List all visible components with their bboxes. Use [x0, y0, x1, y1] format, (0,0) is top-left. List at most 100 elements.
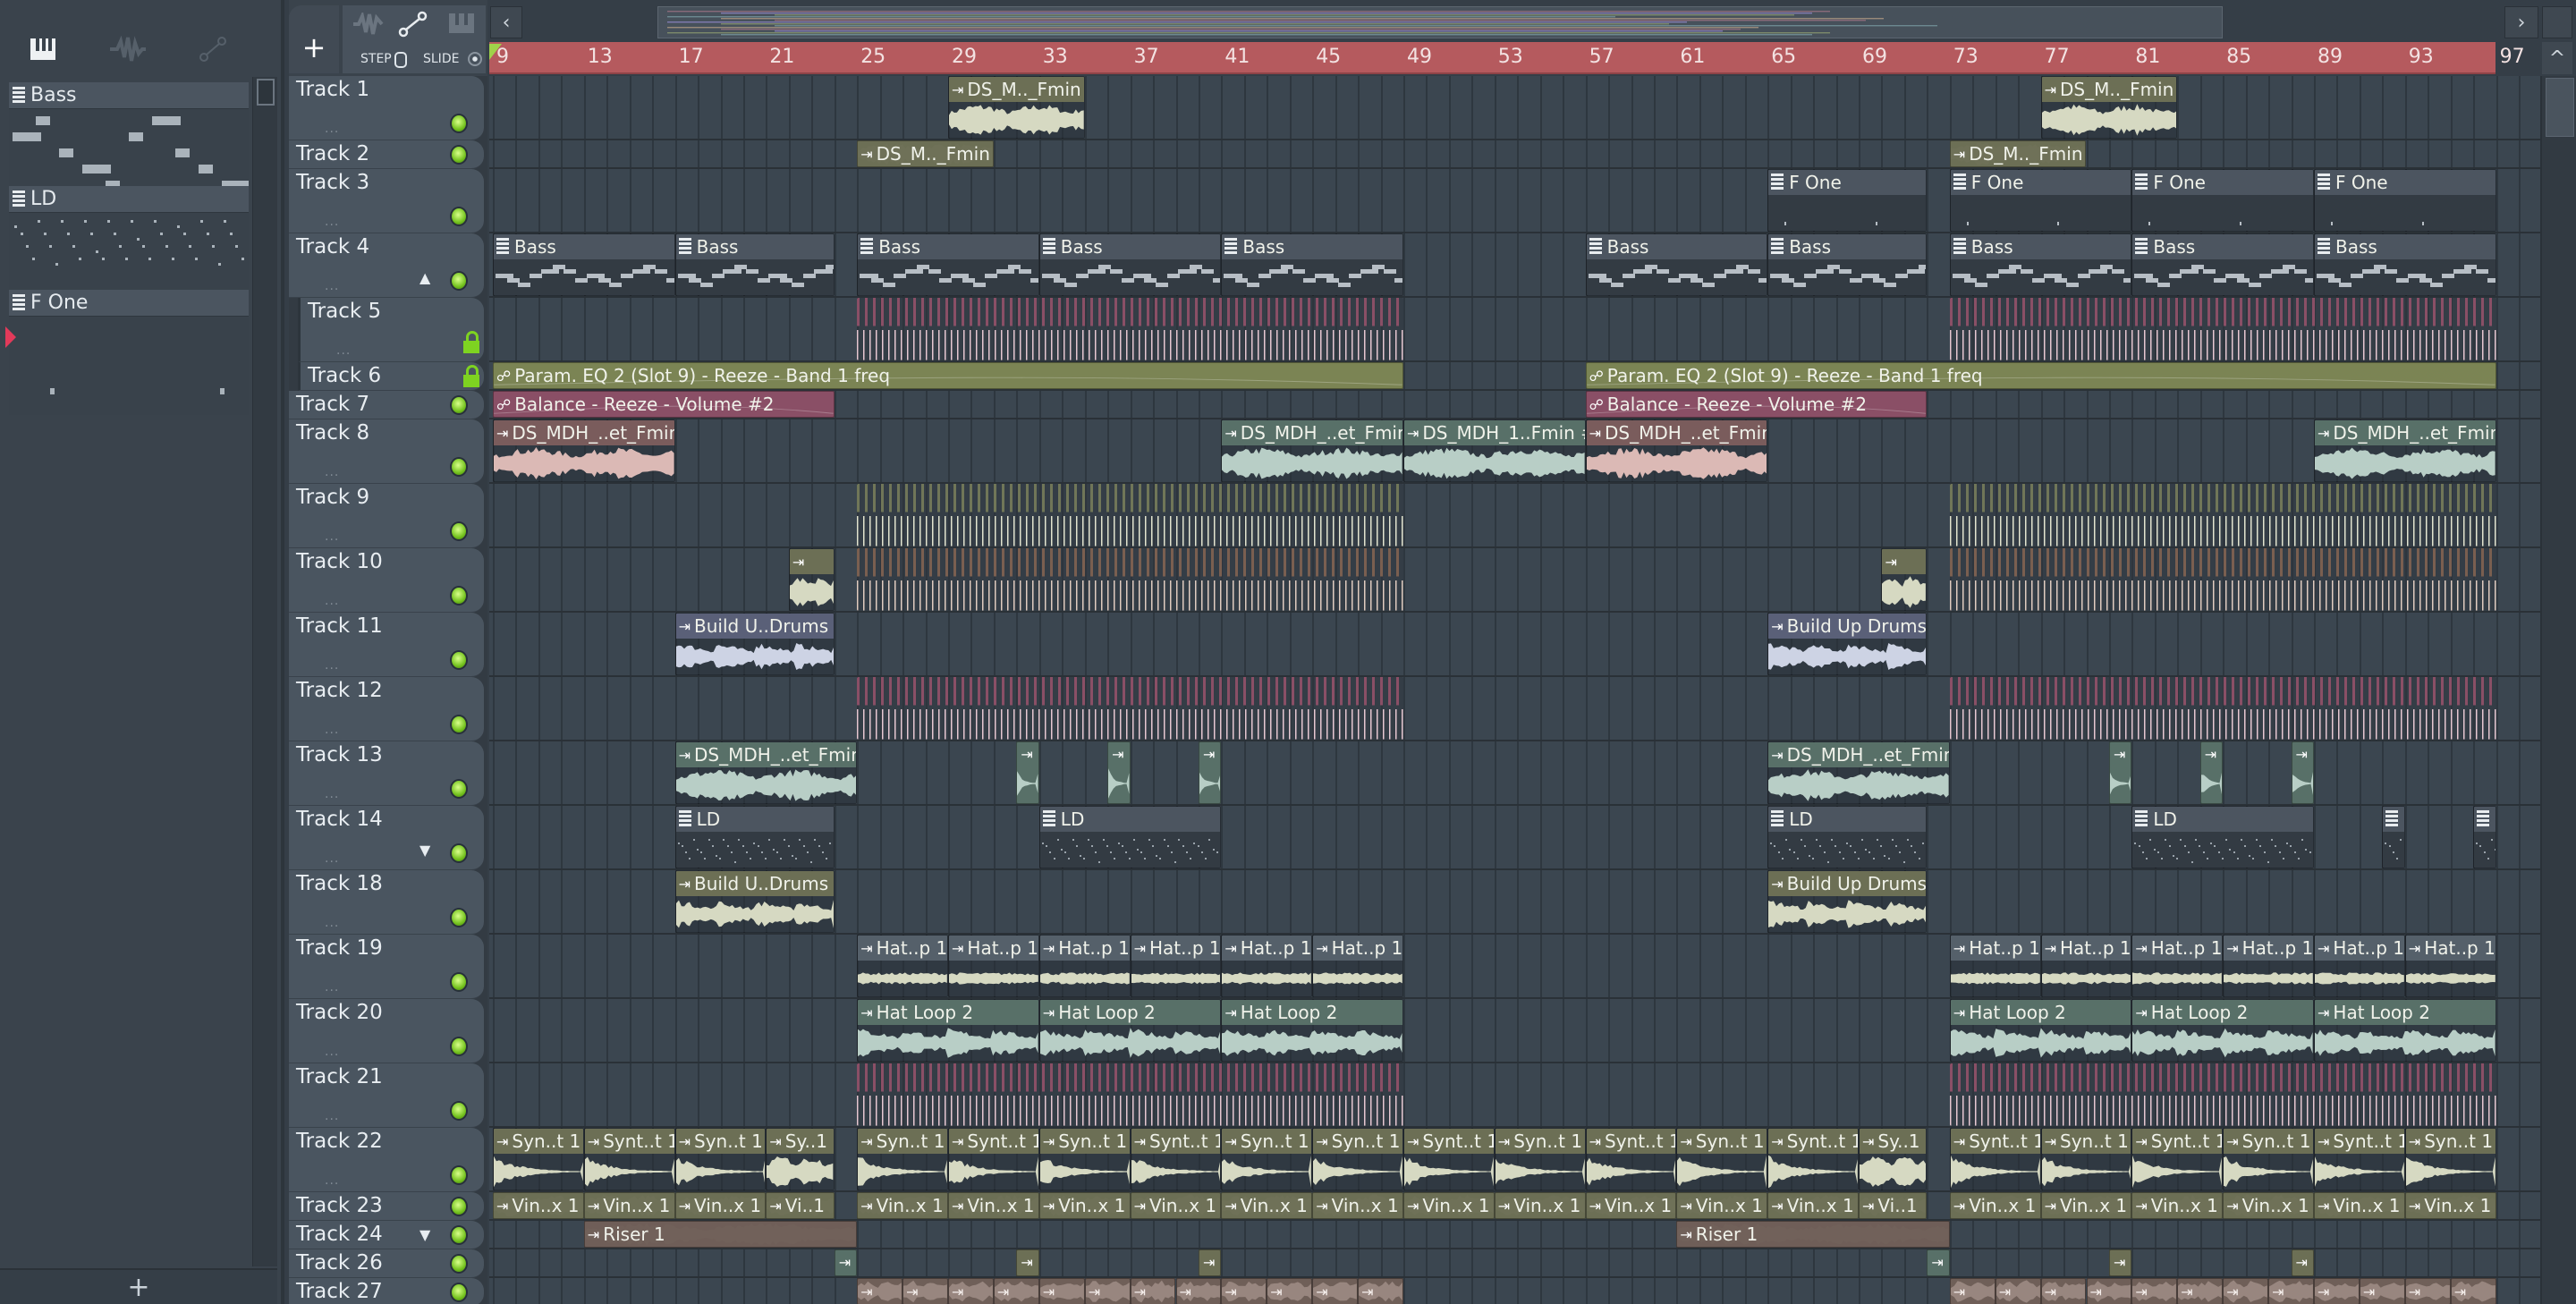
- audio-clip[interactable]: ⇥DS_MDH_1..Fmin #2: [1403, 419, 1586, 482]
- scroll-right-button[interactable]: ›: [2504, 6, 2538, 38]
- audio-clip[interactable]: ⇥: [2040, 1278, 2087, 1304]
- lock-icon[interactable]: [463, 365, 479, 387]
- track-header[interactable]: Track 13...: [289, 741, 484, 806]
- audio-clip[interactable]: ⇥: [2450, 1278, 2496, 1304]
- pattern-clip[interactable]: [857, 677, 1403, 740]
- audio-clip[interactable]: ⇥: [2223, 1278, 2269, 1304]
- audio-clip[interactable]: ⇥ Hat..p 1: [2404, 935, 2496, 997]
- pattern-clip[interactable]: F One: [1949, 169, 2132, 232]
- pattern-clip[interactable]: Bass: [1585, 233, 1768, 296]
- track-header[interactable]: Track 8...: [289, 419, 484, 484]
- mute-button[interactable]: [450, 908, 468, 927]
- audio-clip[interactable]: ⇥: [1016, 1249, 1039, 1276]
- mute-button[interactable]: [450, 1165, 468, 1185]
- audio-clip[interactable]: ⇥ Hat..p 1: [1221, 935, 1313, 997]
- mute-button[interactable]: [450, 145, 468, 165]
- track-name[interactable]: Track 9: [296, 486, 369, 509]
- audio-clip[interactable]: ⇥ Vin..x 1: [2131, 1192, 2224, 1219]
- audio-clip[interactable]: ⇥: [1038, 1278, 1085, 1304]
- track-options-icon[interactable]: ...: [325, 1109, 339, 1123]
- audio-clip[interactable]: ⇥ Synt..t 1: [1949, 1128, 2041, 1190]
- track-name[interactable]: Track 6: [308, 364, 381, 387]
- audio-clip[interactable]: ⇥ Build U..Drums 2: [674, 613, 835, 675]
- pattern-clip[interactable]: Bass: [1221, 233, 1403, 296]
- mute-button[interactable]: [450, 207, 468, 226]
- audio-clip[interactable]: ⇥: [2359, 1278, 2405, 1304]
- add-track-button[interactable]: +: [289, 5, 339, 73]
- audio-clip-icon[interactable]: [352, 10, 384, 39]
- audio-clip[interactable]: ⇥ Syn..t 1: [1494, 1128, 1586, 1190]
- audio-clip[interactable]: ⇥: [2291, 1249, 2314, 1276]
- pattern-clip[interactable]: [857, 1063, 1403, 1126]
- audio-clip[interactable]: ⇥ Syn..t 1: [2040, 1128, 2132, 1190]
- triangle-down-icon[interactable]: ▼: [419, 842, 430, 859]
- audio-clip[interactable]: ⇥: [834, 1249, 858, 1276]
- track-options-icon[interactable]: ...: [336, 343, 351, 358]
- audio-clip[interactable]: ⇥ Vin..x 1: [1312, 1192, 1403, 1219]
- audio-clip[interactable]: ⇥ Hat Loop 2: [1949, 999, 2132, 1062]
- mute-button[interactable]: [450, 1225, 468, 1245]
- audio-clip[interactable]: ⇥: [2177, 1278, 2224, 1304]
- audio-clip[interactable]: ⇥ DS_MDH_..et_Fmin: [493, 419, 675, 482]
- track-name[interactable]: Track 22: [296, 1130, 383, 1153]
- audio-clip[interactable]: ⇥: [1358, 1278, 1403, 1304]
- track-header[interactable]: Track 11...: [289, 613, 484, 677]
- track-header[interactable]: Track 5...: [298, 298, 484, 362]
- audio-clip[interactable]: ⇥ Synt..t 1: [1767, 1128, 1859, 1190]
- track-name[interactable]: Track 5: [308, 300, 381, 323]
- audio-clip[interactable]: ⇥: [1130, 1278, 1176, 1304]
- audio-clip[interactable]: ⇥ Hat..p 1: [1312, 935, 1403, 997]
- audio-clip[interactable]: ⇥ DS_M.._Fmin: [1949, 140, 2087, 167]
- track-header[interactable]: Track 21...: [289, 1063, 484, 1128]
- timeline-ruler[interactable]: 9 13 17 21 25 29 33 37 41 45 49 53 57 61 65 69 73 77 81 85 8…: [489, 42, 2525, 74]
- track-name[interactable]: Track 19: [296, 936, 383, 960]
- audio-clip[interactable]: ⇥ Synt..t 1: [1585, 1128, 1677, 1190]
- track-name[interactable]: Track 11: [296, 614, 383, 638]
- pattern-header[interactable]: Bass: [9, 82, 249, 109]
- audio-clip[interactable]: ⇥ Hat..p 1: [2040, 935, 2132, 997]
- audio-clip[interactable]: ⇥ Sy..1: [1859, 1128, 1928, 1190]
- track-name[interactable]: Track 20: [296, 1001, 383, 1024]
- track-name[interactable]: Track 4: [296, 235, 369, 258]
- audio-clip[interactable]: ⇥ Riser 1: [583, 1221, 858, 1248]
- track-options-icon[interactable]: ...: [325, 980, 339, 995]
- audio-clip[interactable]: ⇥: [2199, 741, 2224, 804]
- pattern-clip[interactable]: [1949, 1063, 2496, 1126]
- audio-clip[interactable]: ⇥ Vin..x 1: [2223, 1192, 2314, 1219]
- audio-clip[interactable]: ⇥ Syn..t 1: [493, 1128, 584, 1190]
- audio-wave-icon[interactable]: [101, 27, 155, 72]
- track-options-icon[interactable]: ...: [325, 465, 339, 479]
- track-header[interactable]: Track 20...: [289, 999, 484, 1063]
- audio-clip[interactable]: ⇥ Syn..t 1: [1312, 1128, 1403, 1190]
- audio-clip[interactable]: ⇥: [2131, 1278, 2178, 1304]
- audio-clip[interactable]: ⇥ Vin..x 1: [1494, 1192, 1586, 1219]
- pattern-clip[interactable]: [2473, 806, 2496, 868]
- pattern-clip[interactable]: [1949, 548, 2496, 611]
- add-pattern-button[interactable]: +: [0, 1268, 277, 1304]
- audio-clip[interactable]: ⇥ Hat..p 1: [1130, 935, 1222, 997]
- audio-clip[interactable]: ⇥ Vin..x 1: [1038, 1192, 1131, 1219]
- vertical-scrollbar[interactable]: [2540, 76, 2576, 1304]
- audio-clip[interactable]: ⇥ Synt..t 1: [1130, 1128, 1222, 1190]
- pattern-clip-icon[interactable]: [448, 13, 475, 38]
- playlist-overview[interactable]: [657, 6, 2223, 38]
- audio-clip[interactable]: ⇥ Hat..p 1: [857, 935, 948, 997]
- audio-clip[interactable]: ⇥ Synt..t 1: [583, 1128, 675, 1190]
- track-options-icon[interactable]: ...: [325, 916, 339, 930]
- mute-button[interactable]: [450, 1254, 468, 1274]
- mute-button[interactable]: [450, 114, 468, 133]
- audio-clip[interactable]: ⇥: [1949, 1278, 1996, 1304]
- audio-clip[interactable]: ⇥: [1221, 1278, 1267, 1304]
- track-header[interactable]: Track 1...: [289, 76, 484, 140]
- pattern-clip[interactable]: LD: [674, 806, 835, 868]
- track-options-icon[interactable]: ...: [325, 1173, 339, 1188]
- pattern-bass[interactable]: Bass: [9, 82, 249, 186]
- track-header[interactable]: Track 18...: [289, 870, 484, 935]
- pattern-clip[interactable]: F One: [2131, 169, 2314, 232]
- audio-clip[interactable]: ⇥ Hat Loop 2: [1038, 999, 1222, 1062]
- track-options-icon[interactable]: ...: [325, 723, 339, 737]
- audio-clip[interactable]: ⇥ DS_M.._Fmin: [857, 140, 994, 167]
- audio-clip[interactable]: ⇥ Hat..p 1: [1949, 935, 2041, 997]
- track-options-icon[interactable]: ...: [325, 279, 339, 293]
- track-name[interactable]: Track 13: [296, 743, 383, 766]
